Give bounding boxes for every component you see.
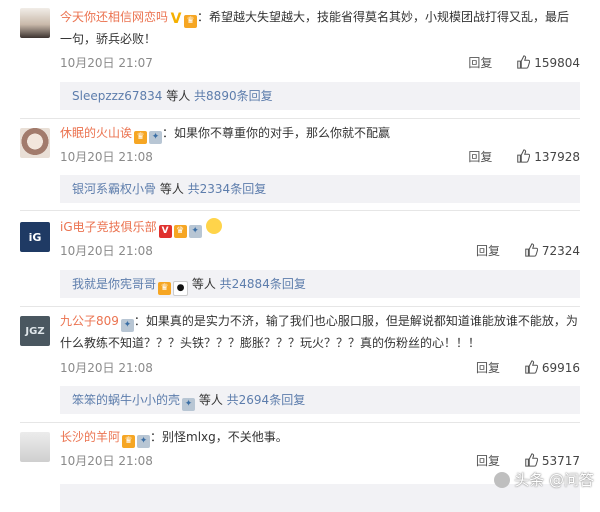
toutiao-logo-icon — [494, 472, 511, 488]
like-button[interactable]: 69916 — [524, 360, 580, 375]
replies-summary[interactable]: Sleepzzz67834 等人 共8890条回复 — [60, 82, 580, 110]
replies-total-link[interactable]: 共8890条回复 — [194, 89, 273, 103]
replies-mid-text: 等人 — [162, 89, 195, 103]
replies-summary[interactable]: 银河系霸权小骨 等人 共2334条回复 — [60, 175, 580, 203]
fan-badge-icon: ✦ — [137, 435, 151, 448]
like-button[interactable]: 159804 — [516, 55, 580, 70]
reply-user-link[interactable]: 银河系霸权小骨 — [72, 182, 156, 196]
watermark-text: 头条 @问答 — [514, 471, 594, 489]
comment-username[interactable]: iG电子竞技俱乐部 — [60, 220, 157, 234]
replies-mid-text: 等人 — [156, 182, 188, 196]
watermark: 头条 @问答 — [494, 469, 594, 490]
like-count: 137928 — [534, 150, 580, 164]
comment-time: 10月20日 21:08 — [60, 244, 153, 258]
crying-emoji-icon — [205, 218, 222, 234]
comment-actions: 回复 53717 — [476, 452, 580, 469]
avatar-logo-text: iG — [28, 230, 42, 244]
like-count: 53717 — [541, 454, 580, 468]
avatar[interactable]: JGZ — [20, 316, 50, 346]
like-button[interactable]: 53717 — [524, 453, 580, 468]
avatar[interactable]: iG — [20, 222, 50, 252]
reply-button[interactable]: 回复 — [476, 244, 500, 258]
comment-username[interactable]: 今天你还相信网恋吗 — [60, 10, 168, 24]
like-count: 159804 — [534, 56, 580, 70]
thumbs-up-icon — [517, 149, 531, 163]
comment-time: 10月20日 21:08 — [60, 361, 153, 375]
comment-time: 10月20日 21:08 — [60, 150, 153, 164]
reply-button[interactable]: 回复 — [468, 150, 492, 164]
vip-crown-icon: ♛ — [158, 282, 172, 295]
comment-username[interactable]: 休眠的火山诶 — [60, 126, 132, 140]
comment-actions: 回复 159804 — [468, 54, 580, 71]
replies-summary[interactable]: 我就是你宪哥哥 ♛ ● 等人 共24884条回复 — [60, 270, 580, 298]
fan-badge-icon: ✦ — [188, 225, 202, 238]
verified-v-icon: V — [158, 225, 172, 238]
avatar-logo-text: JGZ — [25, 325, 45, 337]
replies-total-link[interactable]: 共2334条回复 — [188, 182, 267, 196]
vip-crown-icon: ♛ — [184, 15, 198, 28]
like-button[interactable]: 72324 — [524, 243, 580, 258]
replies-mid-text: 等人 — [188, 277, 220, 291]
avatar[interactable] — [20, 128, 50, 158]
divider — [20, 118, 580, 119]
like-count: 69916 — [541, 361, 580, 375]
replies-mid-text: 等人 — [195, 393, 227, 407]
replies-total-link[interactable]: 共24884条回复 — [220, 277, 306, 291]
comment-username[interactable]: 长沙的羊阿 — [60, 430, 120, 444]
divider — [20, 306, 580, 307]
verified-v-icon: V — [170, 11, 182, 27]
vip-crown-icon: ♛ — [122, 435, 136, 448]
like-count: 72324 — [541, 244, 580, 258]
like-button[interactable]: 137928 — [516, 149, 580, 164]
comment-text-line: 休眠的火山诶 ♛ ✦ ：如果你不尊重你的对手，那么你就不配赢 — [60, 122, 580, 144]
comment-time: 10月20日 21:08 — [60, 454, 153, 468]
avatar[interactable] — [20, 8, 50, 38]
reply-button[interactable]: 回复 — [468, 56, 492, 70]
thumbs-up-icon — [517, 55, 531, 69]
fan-badge-icon: ✦ — [149, 131, 163, 144]
comment-text-line: iG电子竞技俱乐部 V ♛ ✦ — [60, 216, 580, 238]
comment-text-line: 长沙的羊阿 ♛ ✦ ：别怪mlxg，不关他事。 — [60, 426, 580, 448]
reply-button[interactable]: 回复 — [476, 361, 500, 375]
reply-user-link[interactable]: 笨笨的蜗牛小小的壳 — [72, 393, 180, 407]
comment-text-line: 九公子809 ✦ ：如果真的是实力不济，输了我们也心服口服，但是解说都知道谁能放谁不… — [60, 310, 580, 354]
replies-summary[interactable]: 笨笨的蜗牛小小的壳 ✦ 等人 共2694条回复 — [60, 386, 580, 414]
comment-actions: 回复 72324 — [476, 242, 580, 259]
thumbs-up-icon — [525, 360, 538, 374]
comment-actions: 回复 69916 — [476, 359, 580, 376]
reply-user-link[interactable]: 我就是你宪哥哥 — [72, 277, 156, 291]
divider — [20, 422, 580, 423]
reply-user-link[interactable]: Sleepzzz67834 — [72, 89, 162, 103]
vip-crown-icon: ♛ — [134, 131, 148, 144]
comment-username[interactable]: 九公子809 — [60, 314, 119, 328]
thumbs-up-icon — [525, 243, 538, 257]
fan-badge-icon: ✦ — [120, 319, 134, 332]
panda-icon: ● — [173, 281, 189, 296]
avatar[interactable] — [20, 432, 50, 462]
comment-body: ：如果真的是实力不济，输了我们也心服口服，但是解说都知道谁能放谁不能放，为什么教… — [60, 314, 578, 350]
comment-body: ：别怪mlxg，不关他事。 — [150, 430, 288, 444]
replies-total-link[interactable]: 共2694条回复 — [227, 393, 306, 407]
comment-text-line: 今天你还相信网恋吗 V ♛ ：希望越大失望越大，技能省得莫名其妙，小规模团战打得又乱，… — [60, 6, 580, 50]
fan-badge-icon: ✦ — [182, 398, 196, 411]
vip-crown-icon: ♛ — [173, 225, 187, 238]
thumbs-up-icon — [525, 453, 538, 467]
comment-actions: 回复 137928 — [468, 148, 580, 165]
comment-body: ：如果你不尊重你的对手，那么你就不配赢 — [162, 126, 391, 140]
divider — [20, 210, 580, 211]
reply-button[interactable]: 回复 — [476, 454, 500, 468]
comment-time: 10月20日 21:07 — [60, 56, 153, 70]
